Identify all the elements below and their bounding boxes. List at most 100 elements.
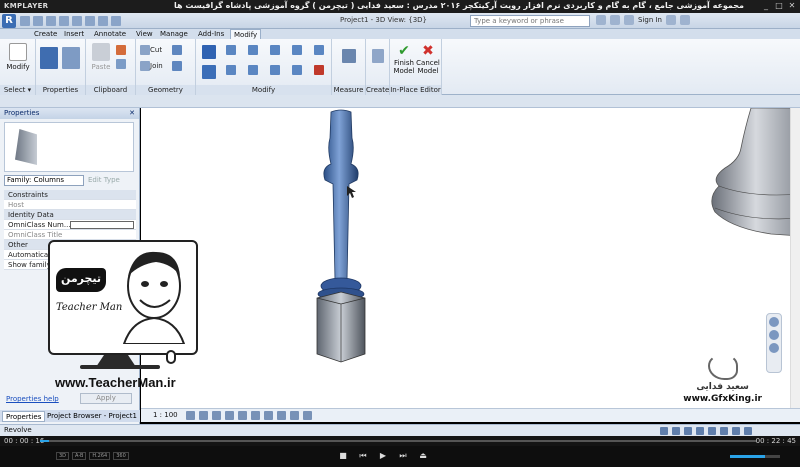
- close-icon[interactable]: ✕: [787, 1, 797, 11]
- filter-icon[interactable]: [744, 427, 752, 435]
- scale-icon[interactable]: [292, 65, 302, 75]
- render-icon[interactable]: [238, 411, 247, 420]
- visual-style-icon[interactable]: [199, 411, 208, 420]
- cope-icon[interactable]: [140, 45, 150, 55]
- rotate-icon[interactable]: [248, 65, 258, 75]
- maximize-icon[interactable]: □: [774, 1, 784, 11]
- detail-level-icon[interactable]: [186, 411, 195, 420]
- array-icon[interactable]: [270, 65, 280, 75]
- player-badge[interactable]: 360: [113, 452, 129, 460]
- edit-type-button[interactable]: Edit Type: [88, 175, 134, 186]
- undo-icon[interactable]: [46, 16, 56, 26]
- previous-icon[interactable]: ⏮: [358, 451, 368, 461]
- binoculars-icon[interactable]: [596, 15, 606, 25]
- seek-track[interactable]: [40, 440, 756, 442]
- create-group-icon[interactable]: [372, 49, 384, 63]
- tab-project-browser[interactable]: Project Browser - Project1: [44, 411, 140, 422]
- mirror-draw-icon[interactable]: [270, 45, 280, 55]
- shadows-icon[interactable]: [225, 411, 234, 420]
- volume-slider[interactable]: [730, 455, 780, 458]
- tab-view[interactable]: View: [136, 29, 153, 39]
- play-icon[interactable]: ▶: [378, 451, 388, 461]
- measure-tool-icon[interactable]: [342, 49, 356, 63]
- open-icon[interactable]: [20, 16, 30, 26]
- select-underlay-icon[interactable]: [696, 427, 704, 435]
- player-badge[interactable]: A-B: [72, 452, 87, 460]
- omniclass-number-field[interactable]: [70, 221, 134, 229]
- tab-modify[interactable]: Modify: [230, 29, 262, 39]
- show-crop-icon[interactable]: [264, 411, 273, 420]
- measure-icon[interactable]: [85, 16, 95, 26]
- user-icon[interactable]: [624, 15, 634, 25]
- modify-button[interactable]: Modify: [4, 43, 32, 71]
- stop-icon[interactable]: ■: [338, 451, 348, 461]
- hide-isolate-icon[interactable]: [290, 411, 299, 420]
- eject-icon[interactable]: ⏏: [418, 451, 428, 461]
- mirror-axis-icon[interactable]: [248, 45, 258, 55]
- paste-button[interactable]: Paste: [90, 43, 112, 71]
- drag-elements-icon[interactable]: [732, 427, 740, 435]
- family-dropdown[interactable]: Family: Columns: [4, 175, 84, 186]
- copy-icon[interactable]: [116, 45, 126, 55]
- join-icon[interactable]: [140, 61, 150, 71]
- type-selector-preview[interactable]: [4, 122, 134, 172]
- match-type-icon[interactable]: [116, 59, 126, 69]
- search-input[interactable]: Type a keyword or phrase: [470, 15, 590, 27]
- subscription-icon[interactable]: [610, 15, 620, 25]
- pan-icon[interactable]: [769, 343, 779, 353]
- offset-icon[interactable]: [226, 45, 236, 55]
- select-links-icon[interactable]: [684, 427, 692, 435]
- minimize-icon[interactable]: _: [761, 1, 771, 11]
- player-badge[interactable]: 3D: [56, 452, 70, 460]
- default-3d-icon[interactable]: [111, 16, 121, 26]
- tab-annotate[interactable]: Annotate: [94, 29, 126, 39]
- save-icon[interactable]: [33, 16, 43, 26]
- split-icon[interactable]: [292, 45, 302, 55]
- cut-label[interactable]: Cut: [150, 46, 162, 54]
- application-menu-button[interactable]: R: [2, 14, 16, 28]
- zoom-icon[interactable]: [769, 330, 779, 340]
- trim-icon[interactable]: [314, 45, 324, 55]
- split-face-icon[interactable]: [172, 45, 182, 55]
- chess-piece-model[interactable]: [711, 108, 800, 237]
- cancel-model-button[interactable]: ✖ Cancel Model: [416, 43, 440, 75]
- player-badge[interactable]: H.264: [89, 452, 111, 460]
- tab-add-ins[interactable]: Add-Ins: [198, 29, 224, 39]
- align-icon[interactable]: [202, 45, 216, 59]
- sign-in-link[interactable]: Sign In: [638, 16, 662, 24]
- crop-view-icon[interactable]: [251, 411, 260, 420]
- design-options-icon[interactable]: [672, 427, 680, 435]
- properties-help-link[interactable]: Properties help: [6, 395, 59, 403]
- copy-element-icon[interactable]: [226, 65, 236, 75]
- measure-panel-label[interactable]: Measure ▾: [332, 85, 365, 104]
- reveal-hidden-icon[interactable]: [303, 411, 312, 420]
- tab-manage[interactable]: Manage: [160, 29, 188, 39]
- column-model[interactable]: [316, 109, 366, 363]
- group-constraints[interactable]: Constraints: [4, 190, 136, 200]
- group-identity-data[interactable]: Identity Data: [4, 210, 136, 220]
- select-panel-label[interactable]: Select ▾: [0, 85, 35, 95]
- delete-icon[interactable]: [314, 65, 324, 75]
- next-icon[interactable]: ⏭: [398, 451, 408, 461]
- text-icon[interactable]: [98, 16, 108, 26]
- tab-insert[interactable]: Insert: [64, 29, 84, 39]
- redo-icon[interactable]: [59, 16, 69, 26]
- properties-icon[interactable]: [40, 47, 58, 69]
- prop-omniclass-number[interactable]: OmniClass Num...: [4, 220, 136, 230]
- view-scale[interactable]: 1 : 100: [153, 411, 178, 419]
- paint-icon[interactable]: [172, 61, 182, 71]
- move-icon[interactable]: [202, 65, 216, 79]
- finish-model-button[interactable]: ✔ Finish Model: [392, 43, 416, 75]
- viewport-scrollbar[interactable]: [790, 108, 800, 408]
- close-icon[interactable]: ✕: [129, 108, 135, 119]
- select-pinned-icon[interactable]: [708, 427, 716, 435]
- sun-path-icon[interactable]: [212, 411, 221, 420]
- print-icon[interactable]: [72, 16, 82, 26]
- join-label[interactable]: Join: [150, 62, 163, 70]
- exchange-icon[interactable]: [666, 15, 676, 25]
- select-by-face-icon[interactable]: [720, 427, 728, 435]
- apply-button[interactable]: Apply: [80, 393, 132, 404]
- worksets-icon[interactable]: [660, 427, 668, 435]
- steering-wheel-icon[interactable]: [769, 317, 779, 327]
- tab-create[interactable]: Create: [34, 29, 57, 39]
